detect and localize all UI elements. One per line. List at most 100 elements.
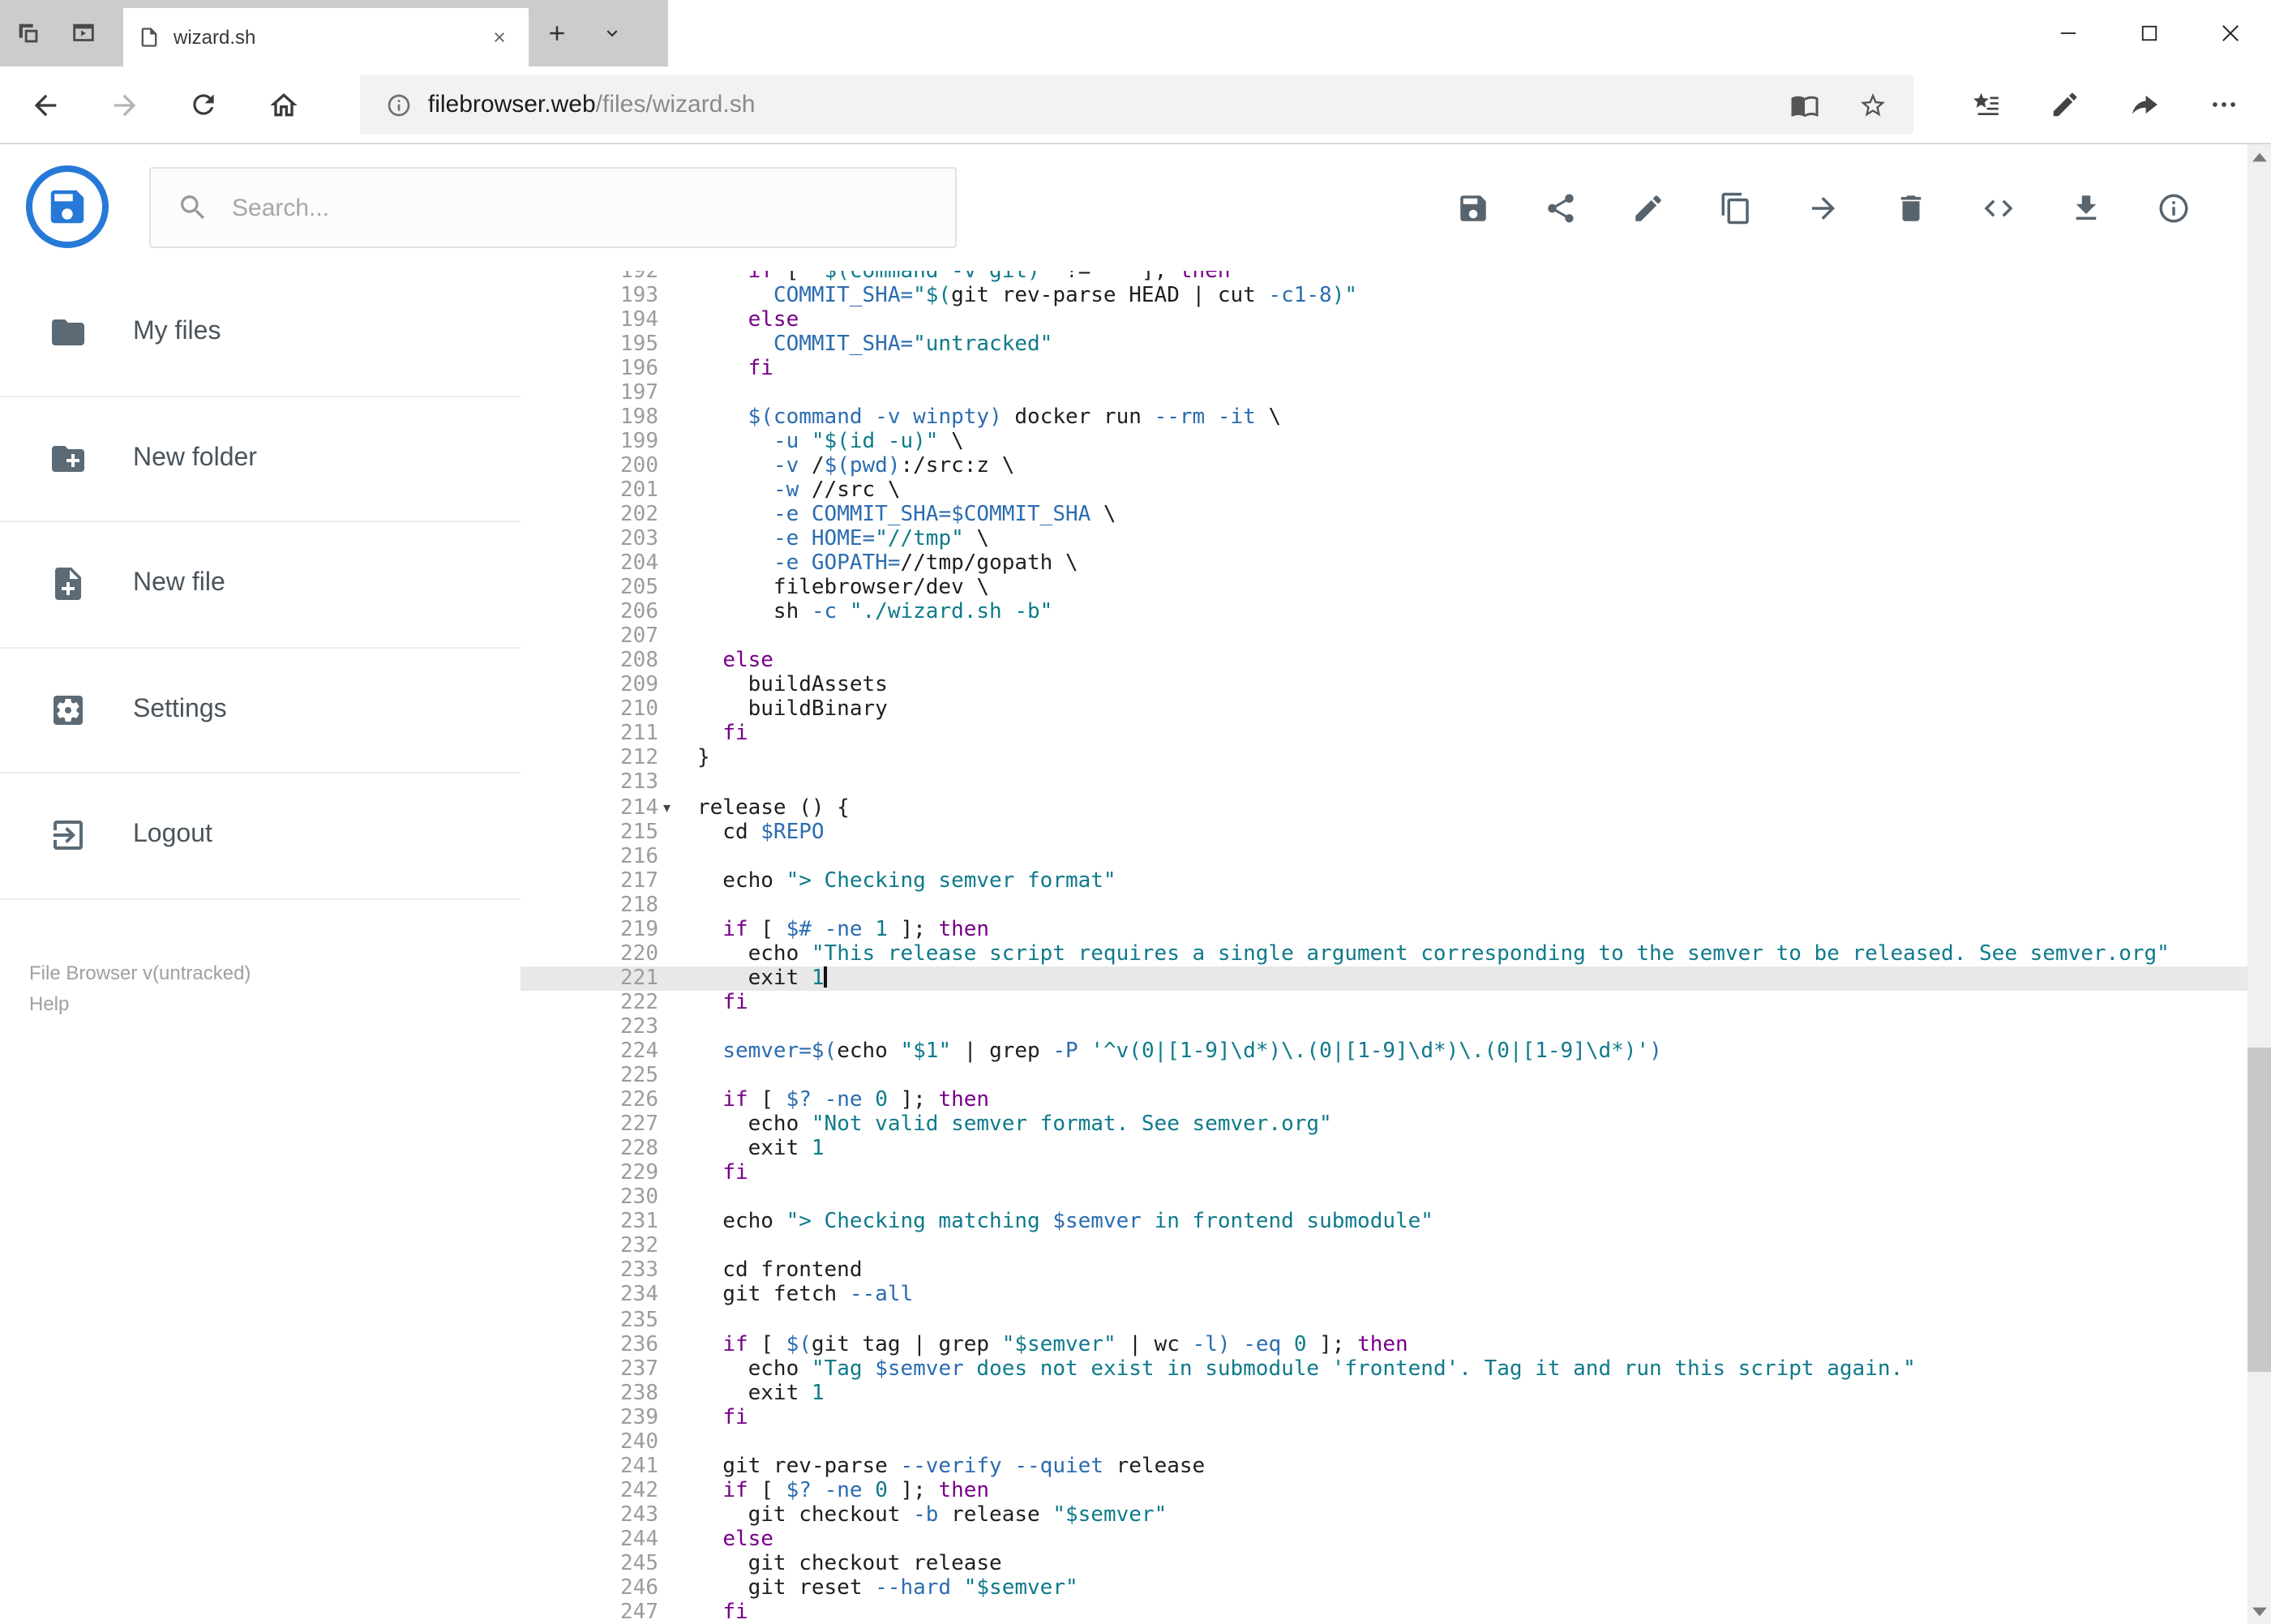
- switch-view-button[interactable]: [1981, 191, 2015, 225]
- refresh-button[interactable]: [172, 72, 237, 137]
- tabs-set-aside-button[interactable]: [0, 0, 55, 66]
- maximize-button[interactable]: [2109, 0, 2190, 66]
- info-button[interactable]: [2156, 191, 2190, 225]
- code-line[interactable]: 194 else: [521, 307, 2247, 332]
- code-line[interactable]: 193 COMMIT_SHA="$(git rev-parse HEAD | c…: [521, 283, 2247, 307]
- code-line[interactable]: 205 filebrowser/dev \: [521, 576, 2247, 600]
- rename-button[interactable]: [1630, 191, 1665, 225]
- code-line[interactable]: 232: [521, 1235, 2247, 1259]
- code-line[interactable]: 236 if [ $(git tag | grep "$semver" | wc…: [521, 1332, 2247, 1356]
- tab-close-button[interactable]: [485, 23, 514, 52]
- code-line[interactable]: 201 -w //src \: [521, 478, 2247, 503]
- code-line[interactable]: 195 COMMIT_SHA="untracked": [521, 332, 2247, 356]
- tab-preview-toggle-button[interactable]: [584, 0, 639, 66]
- forward-button[interactable]: [92, 72, 157, 137]
- scroll-down-button[interactable]: [2247, 1600, 2271, 1624]
- code-line[interactable]: 246 git reset --hard "$semver": [521, 1576, 2247, 1600]
- hub-button[interactable]: [1953, 72, 2018, 137]
- code-line[interactable]: 245 git checkout release: [521, 1552, 2247, 1576]
- home-button[interactable]: [251, 72, 316, 137]
- sidebar-item-settings[interactable]: Settings: [0, 648, 521, 773]
- code-line[interactable]: 242 if [ $? -ne 0 ]; then: [521, 1479, 2247, 1503]
- address-bar[interactable]: filebrowser.web/files/wizard.sh: [359, 75, 1913, 135]
- reading-view-button[interactable]: [1789, 90, 1819, 119]
- code-line[interactable]: 207: [521, 624, 2247, 649]
- code-line[interactable]: 204 -e GOPATH=//tmp/gopath \: [521, 551, 2247, 576]
- code-line[interactable]: 241 git rev-parse --verify --quiet relea…: [521, 1455, 2247, 1479]
- code-line[interactable]: 198 $(command -v winpty) docker run --rm…: [521, 405, 2247, 430]
- more-button[interactable]: [2192, 72, 2256, 137]
- code-line[interactable]: 225: [521, 1064, 2247, 1088]
- code-line[interactable]: 209 buildAssets: [521, 674, 2247, 698]
- sidebar-item-new-file[interactable]: New file: [0, 522, 521, 648]
- code-line[interactable]: 238 exit 1: [521, 1381, 2247, 1405]
- code-line[interactable]: 208 else: [521, 649, 2247, 674]
- help-link[interactable]: Help: [29, 989, 251, 1020]
- code-line[interactable]: 217 echo "> Checking semver format": [521, 868, 2247, 893]
- code-line[interactable]: 200 -v /$(pwd):/src:z \: [521, 454, 2247, 478]
- code-line[interactable]: 235: [521, 1308, 2247, 1332]
- code-line[interactable]: 214 ▾ release () {: [521, 795, 2247, 820]
- page-scrollbar[interactable]: [2247, 144, 2271, 1624]
- code-line[interactable]: 234 git fetch --all: [521, 1283, 2247, 1308]
- code-line[interactable]: 237 echo "Tag $semver does not exist in …: [521, 1356, 2247, 1381]
- sidebar-item-my-files[interactable]: My files: [0, 271, 521, 396]
- code-line[interactable]: 212}: [521, 747, 2247, 771]
- app-logo[interactable]: [26, 165, 109, 248]
- back-button[interactable]: [13, 72, 78, 137]
- code-line[interactable]: 229 fi: [521, 1161, 2247, 1185]
- code-line[interactable]: 192 if [ "$(command -v git)" != "" ]; th…: [521, 271, 2247, 283]
- code-line[interactable]: 202 -e COMMIT_SHA=$COMMIT_SHA \: [521, 503, 2247, 527]
- new-tab-button[interactable]: [529, 0, 584, 66]
- code-line[interactable]: 206 sh -c "./wizard.sh -b": [521, 600, 2247, 624]
- close-window-button[interactable]: [2190, 0, 2271, 66]
- delete-button[interactable]: [1893, 191, 1927, 225]
- fold-marker-icon[interactable]: ▾: [663, 795, 671, 820]
- code-line[interactable]: 244 else: [521, 1528, 2247, 1552]
- minimize-button[interactable]: [2028, 0, 2109, 66]
- sidebar-item-logout[interactable]: Logout: [0, 773, 521, 899]
- code-line[interactable]: 239 fi: [521, 1405, 2247, 1429]
- share-button[interactable]: [1543, 191, 1577, 225]
- code-line[interactable]: 231 echo "> Checking matching $semver in…: [521, 1211, 2247, 1235]
- search-box[interactable]: [149, 167, 957, 248]
- code-line[interactable]: 223: [521, 1015, 2247, 1039]
- code-line[interactable]: 219 if [ $# -ne 1 ]; then: [521, 918, 2247, 942]
- favorite-button[interactable]: [1858, 90, 1887, 119]
- code-line[interactable]: 210 buildBinary: [521, 698, 2247, 722]
- code-line[interactable]: 222 fi: [521, 991, 2247, 1015]
- move-button[interactable]: [1806, 191, 1840, 225]
- site-info-icon[interactable]: [386, 92, 412, 118]
- web-note-button[interactable]: [2033, 72, 2097, 137]
- code-line[interactable]: 221 exit 1: [521, 966, 2247, 991]
- code-line[interactable]: 218: [521, 893, 2247, 917]
- code-editor[interactable]: 192 if [ "$(command -v git)" != "" ]; th…: [521, 271, 2247, 1624]
- tab-preview-button[interactable]: [55, 0, 110, 66]
- code-line[interactable]: 211 fi: [521, 722, 2247, 747]
- code-line[interactable]: 228 exit 1: [521, 1137, 2247, 1161]
- save-button[interactable]: [1455, 191, 1489, 225]
- code-line[interactable]: 196 fi: [521, 356, 2247, 380]
- download-button[interactable]: [2068, 191, 2102, 225]
- share-page-button[interactable]: [2112, 72, 2177, 137]
- search-input[interactable]: [232, 194, 929, 221]
- code-line[interactable]: 226 if [ $? -ne 0 ]; then: [521, 1088, 2247, 1112]
- code-line[interactable]: 199 -u "$(id -u)" \: [521, 430, 2247, 454]
- scroll-up-button[interactable]: [2247, 144, 2271, 169]
- code-line[interactable]: 213: [521, 771, 2247, 795]
- scrollbar-thumb[interactable]: [2247, 1047, 2271, 1373]
- copy-button[interactable]: [1718, 191, 1752, 225]
- code-line[interactable]: 224 semver=$(echo "$1" | grep -P '^v(0|[…: [521, 1039, 2247, 1064]
- code-line[interactable]: 220 echo "This release script requires a…: [521, 942, 2247, 966]
- sidebar-item-new-folder[interactable]: New folder: [0, 396, 521, 522]
- code-line[interactable]: 230: [521, 1186, 2247, 1211]
- browser-tab[interactable]: wizard.sh: [123, 8, 529, 66]
- code-line[interactable]: 215 cd $REPO: [521, 820, 2247, 844]
- code-line[interactable]: 247 fi: [521, 1600, 2247, 1624]
- code-line[interactable]: 227 echo "Not valid semver format. See s…: [521, 1112, 2247, 1137]
- code-line[interactable]: 233 cd frontend: [521, 1259, 2247, 1283]
- code-line[interactable]: 203 -e HOME="//tmp" \: [521, 527, 2247, 551]
- code-line[interactable]: 240: [521, 1430, 2247, 1455]
- code-line[interactable]: 197: [521, 380, 2247, 405]
- code-line[interactable]: 243 git checkout -b release "$semver": [521, 1503, 2247, 1528]
